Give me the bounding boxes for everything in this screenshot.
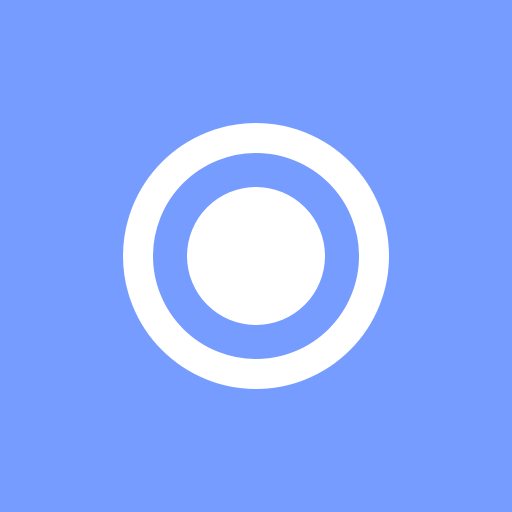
radio-button-checked-icon[interactable]: [0, 0, 512, 512]
radio-icon-svg: [123, 123, 389, 389]
app-screen: [0, 0, 512, 512]
radio-inner-dot: [187, 187, 325, 325]
